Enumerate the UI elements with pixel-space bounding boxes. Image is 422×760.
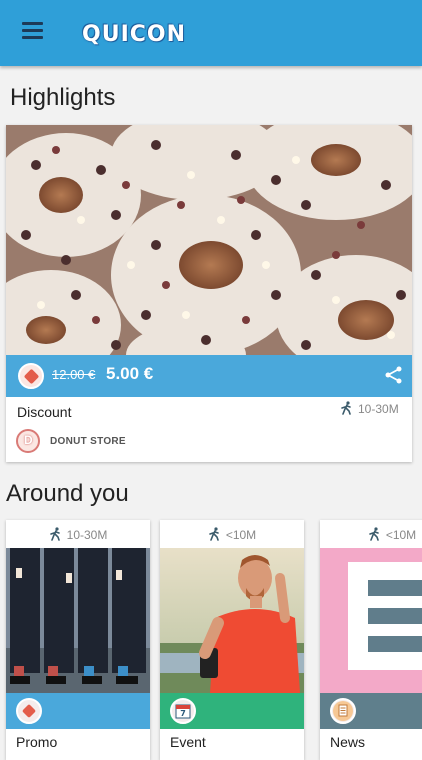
news-image	[320, 548, 422, 693]
card-label: Event	[170, 734, 206, 750]
tag-icon	[16, 698, 42, 724]
news-bar	[320, 693, 422, 729]
event-image	[160, 548, 304, 693]
app-logo: QUICON	[82, 22, 187, 47]
share-icon[interactable]	[384, 365, 404, 385]
distance-value: <10M	[385, 528, 417, 542]
highlights-title: Highlights	[10, 84, 116, 111]
walking-icon	[341, 401, 351, 415]
document-icon	[330, 698, 356, 724]
distance-label: <10M	[320, 527, 422, 542]
promo-bar	[6, 693, 150, 729]
distance-value: 10-30M	[66, 528, 108, 542]
card-type: Discount	[17, 404, 72, 420]
svg-text:7: 7	[180, 709, 186, 718]
store-name[interactable]: DONUT STORE	[50, 436, 126, 447]
walking-icon	[49, 527, 60, 541]
distance-label: 10-30M	[6, 527, 150, 542]
event-bar: 7	[160, 693, 304, 729]
around-you-title: Around you	[6, 480, 129, 507]
distance-value: 10-30M	[358, 402, 399, 416]
new-price: 5.00 €	[106, 364, 154, 383]
walking-icon	[209, 527, 219, 541]
around-card-event[interactable]: <10M 7 Event	[160, 520, 304, 760]
calendar-icon: 7	[170, 698, 196, 724]
distance-value: <10M	[225, 528, 257, 542]
card-label: Promo	[16, 734, 58, 750]
store-logo	[16, 429, 40, 453]
tag-icon	[18, 363, 44, 389]
app-header: QUICON	[0, 0, 422, 66]
donuts-image	[6, 125, 412, 355]
card-label: News	[330, 734, 366, 750]
distance-label: <10M	[160, 527, 304, 542]
old-price: 12.00 €	[52, 367, 96, 382]
highlight-card[interactable]: 12.00 € 5.00 € 10-30M Discount DONUT STO…	[6, 125, 412, 462]
around-card-promo[interactable]: 10-30M Promo	[6, 520, 150, 760]
hamburger-menu-icon[interactable]	[18, 22, 46, 44]
around-card-news[interactable]: <10M News	[320, 520, 422, 760]
distance-label: 10-30M	[340, 401, 399, 416]
promo-image	[6, 548, 150, 693]
walking-icon	[369, 527, 379, 541]
